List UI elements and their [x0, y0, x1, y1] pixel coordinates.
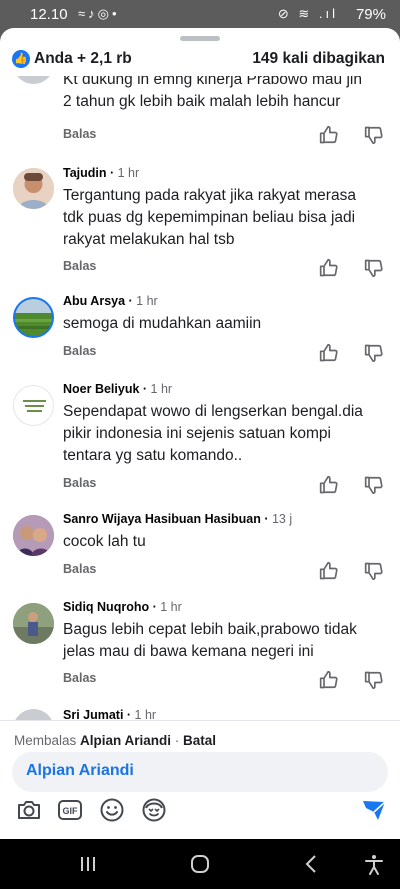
- replying-to-name: Alpian Ariandi: [80, 733, 172, 748]
- clock: 12.10: [30, 6, 68, 23]
- avatar[interactable]: [13, 297, 54, 338]
- like-reaction-icon: 👍: [12, 50, 30, 68]
- avatar[interactable]: [13, 515, 54, 556]
- back-icon[interactable]: [301, 853, 323, 875]
- comment-time: 1 hr: [136, 294, 158, 308]
- comment-text: cocok lah tu: [63, 533, 146, 550]
- sheet-header: 👍 Anda + 2,1 rb 149 kali dibagikan: [0, 46, 400, 76]
- reply-button[interactable]: Balas: [63, 562, 96, 576]
- reactions-count[interactable]: Anda + 2,1 rb: [34, 50, 132, 68]
- reply-button[interactable]: Balas: [63, 671, 96, 685]
- mention-tag: Alpian Ariandi: [26, 762, 134, 779]
- comment-time: 1 hr: [160, 600, 182, 614]
- comment-item: Sanro Wijaya Hasibuan Hasibuan · 13 j co…: [0, 508, 400, 588]
- drag-handle[interactable]: [180, 36, 220, 41]
- comment-item: Sidiq Nuqroho · 1 hr Bagus lebih cepat l…: [0, 596, 400, 700]
- comment-time: 13 j: [271, 512, 293, 526]
- comment-time: 1 hr: [150, 382, 173, 396]
- thumbs-down-icon[interactable]: [364, 670, 384, 690]
- thumbs-down-icon[interactable]: [364, 343, 384, 363]
- avatar[interactable]: [13, 603, 54, 644]
- gif-icon[interactable]: GIF: [57, 797, 83, 823]
- battery-level: 79%: [355, 6, 386, 23]
- thumbs-up-icon[interactable]: [319, 475, 339, 495]
- commenter-name[interactable]: Noer Beliyuk · 1 hr: [63, 382, 172, 396]
- reply-button[interactable]: Balas: [63, 476, 96, 490]
- commenter-name[interactable]: Abu Arsya · 1 hr: [63, 294, 158, 308]
- reply-composer: Membalas Alpian Ariandi · Batal Alpian A…: [0, 720, 400, 839]
- reply-button[interactable]: Balas: [63, 127, 96, 141]
- commenter-name[interactable]: Sri Jumati · 1 hr: [63, 708, 156, 720]
- thumbs-up-icon[interactable]: [319, 561, 339, 581]
- comment-time: 1 hr: [134, 708, 157, 720]
- avatar[interactable]: [13, 385, 54, 426]
- comment-item: Sri Jumati · 1 hr: [0, 706, 400, 720]
- comment-text: Bagus lebih cepat lebih baik,prabowo tid…: [63, 621, 357, 660]
- reply-button[interactable]: Balas: [63, 259, 96, 273]
- status-bar: 12.10 ≈♪◎• ⊘ ≋ .ıl 79%: [0, 0, 400, 30]
- shares-count[interactable]: 149 kali dibagikan: [252, 50, 385, 68]
- recent-apps-icon[interactable]: [77, 853, 99, 875]
- comment-item: Tajudin · 1 hr Tergantung pada rakyat ji…: [0, 162, 400, 278]
- camera-icon[interactable]: [16, 797, 42, 823]
- thumbs-down-icon[interactable]: [364, 258, 384, 278]
- comment-text: Sependapat wowo di lengserkan bengal.dia…: [63, 403, 363, 464]
- avatar[interactable]: [13, 168, 54, 209]
- replying-to-label: Membalas Alpian Ariandi · Batal: [14, 733, 217, 748]
- thumbs-up-icon[interactable]: [319, 343, 339, 363]
- avatar[interactable]: [13, 709, 54, 720]
- comment-text: semoga di mudahkan aamiin: [63, 315, 262, 332]
- comment-item: Kt dukung lh emng kinerja Prabowo mau jl…: [0, 76, 400, 148]
- avatar[interactable]: [13, 76, 54, 84]
- thumbs-up-icon[interactable]: [319, 258, 339, 278]
- thumbs-down-icon[interactable]: [364, 561, 384, 581]
- thumbs-up-icon[interactable]: [319, 125, 339, 145]
- thumbs-down-icon[interactable]: [364, 475, 384, 495]
- connectivity-icons: ⊘ ≋ .ıl: [277, 6, 338, 21]
- system-navigation-bar: [0, 839, 400, 889]
- thumbs-down-icon[interactable]: [364, 125, 384, 145]
- thumbs-up-icon[interactable]: [319, 670, 339, 690]
- comment-item: Abu Arsya · 1 hr semoga di mudahkan aami…: [0, 290, 400, 370]
- comment-item: Noer Beliyuk · 1 hr Sependapat wowo di l…: [0, 378, 400, 498]
- cancel-reply-button[interactable]: Batal: [183, 733, 216, 748]
- emoji-icon[interactable]: [99, 797, 125, 823]
- comment-list[interactable]: Kt dukung lh emng kinerja Prabowo mau jl…: [0, 76, 400, 720]
- send-icon[interactable]: [361, 797, 387, 823]
- reply-button[interactable]: Balas: [63, 344, 96, 358]
- home-icon[interactable]: [189, 853, 211, 875]
- commenter-name[interactable]: Tajudin · 1 hr: [63, 166, 139, 180]
- comments-sheet: 👍 Anda + 2,1 rb 149 kali dibagikan Kt du…: [0, 28, 400, 839]
- avatar-sticker-icon[interactable]: [141, 797, 167, 823]
- comment-text: Tergantung pada rakyat jika rakyat meras…: [63, 187, 356, 248]
- comment-input[interactable]: Alpian Ariandi: [12, 752, 388, 792]
- svg-text:GIF: GIF: [63, 806, 79, 816]
- accessibility-icon[interactable]: [363, 853, 385, 875]
- notification-icons: ≈♪◎•: [78, 6, 120, 21]
- comment-time: 1 hr: [117, 166, 140, 180]
- commenter-name[interactable]: Sanro Wijaya Hasibuan Hasibuan · 13 j: [63, 512, 292, 526]
- comment-text: Kt dukung lh emng kinerja Prabowo mau jl…: [63, 76, 362, 110]
- commenter-name[interactable]: Sidiq Nuqroho · 1 hr: [63, 600, 182, 614]
